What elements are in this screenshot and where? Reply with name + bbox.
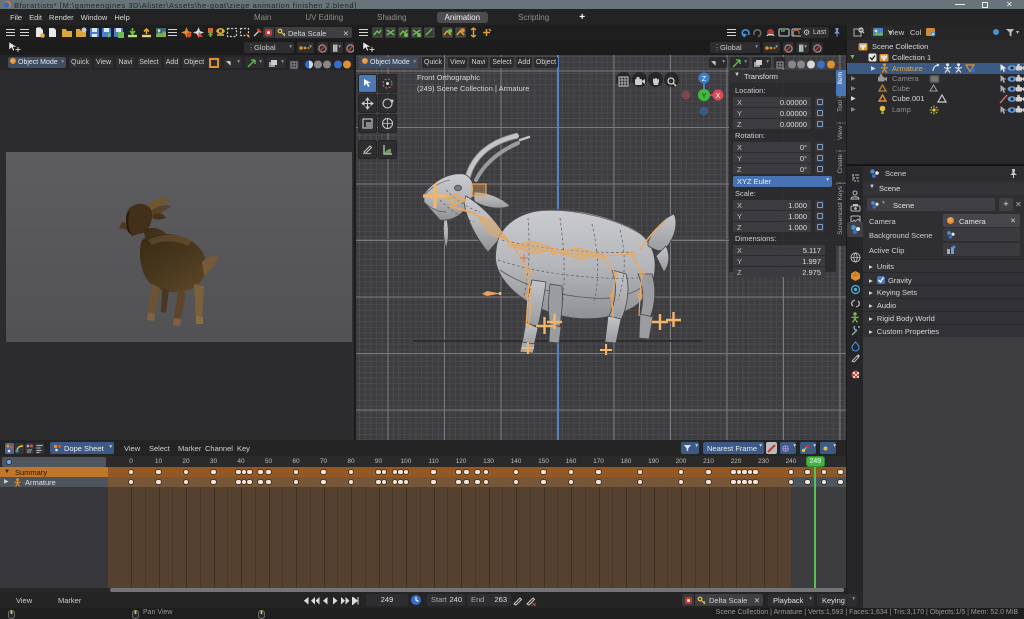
svg-text:Z: Z [702, 76, 707, 83]
svg-text:X: X [716, 93, 721, 100]
svg-text:Y: Y [701, 91, 706, 100]
